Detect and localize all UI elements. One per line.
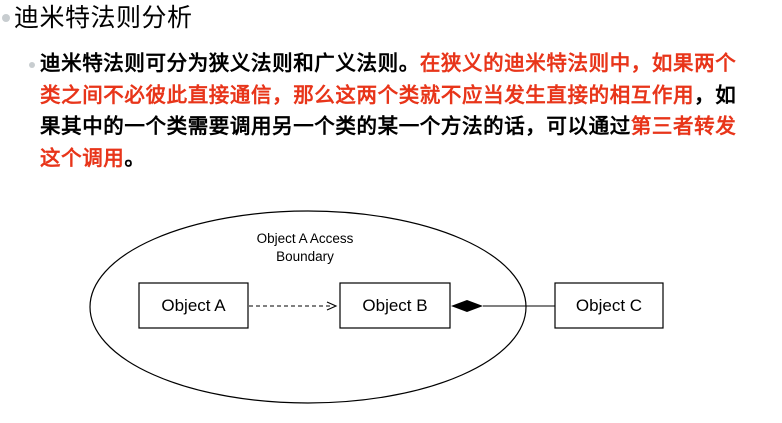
object-c-label: Object C	[576, 296, 642, 315]
demeter-diagram: Object A Access Boundary Object A Object…	[89, 210, 664, 404]
object-b-label: Object B	[362, 296, 427, 315]
boundary-label-line1: Object A Access	[257, 231, 354, 246]
object-a-label: Object A	[161, 296, 226, 315]
boundary-label-line2: Boundary	[276, 249, 334, 264]
